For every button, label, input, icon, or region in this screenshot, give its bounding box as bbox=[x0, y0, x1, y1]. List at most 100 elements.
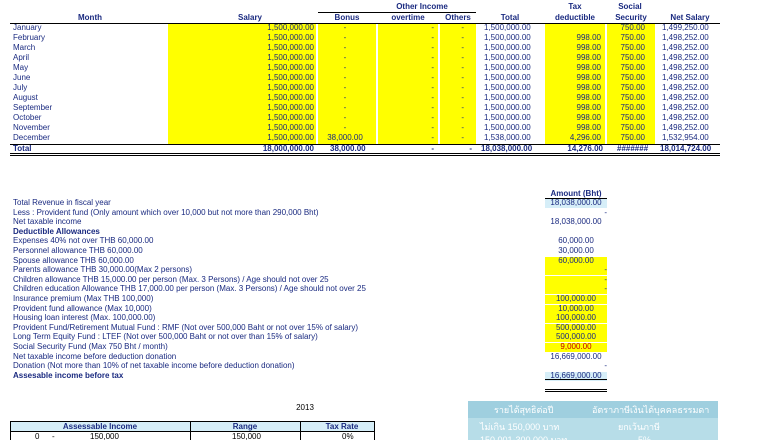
month-row-month: November bbox=[13, 124, 50, 132]
month-row-salary: 1,500,000.00 bbox=[267, 134, 314, 142]
month-row-month: May bbox=[13, 64, 29, 72]
social-header-line1: Social bbox=[618, 2, 642, 11]
month-row-total: 1,500,000.00 bbox=[484, 24, 531, 32]
total-bonus: 38,000.00 bbox=[330, 145, 366, 153]
month-row-others: - bbox=[461, 94, 464, 102]
month-row-net: 1,498,252.00 bbox=[662, 54, 709, 62]
month-row-others: - bbox=[461, 54, 464, 62]
thai-row2-income: 150,001-300,000 บาท bbox=[480, 435, 568, 445]
deduction-line-label: Net taxable income before deduction dona… bbox=[13, 351, 177, 361]
month-row-total: 1,500,000.00 bbox=[484, 94, 531, 102]
deduction-line-label: Total Revenue in fiscal year bbox=[13, 198, 111, 207]
total-total: 18,038,000.00 bbox=[481, 145, 533, 153]
month-row-ss: 750.00 bbox=[620, 124, 645, 132]
month-row-total: 1,500,000.00 bbox=[484, 44, 531, 52]
total-salary: 18,000,000.00 bbox=[262, 145, 314, 153]
month-row-net: 1,499,250.00 bbox=[662, 24, 709, 32]
deduction-line-label: Expenses 40% not over THB 60,000.00 bbox=[13, 236, 154, 246]
total-label: Total bbox=[13, 145, 32, 153]
month-row-month: April bbox=[13, 54, 30, 62]
month-row: August 1,500,000.00 - - - 1,500,000.00 998.00 7… bbox=[0, 94, 783, 102]
deduction-line-label: Insurance premium (Max THB 100,000) bbox=[13, 294, 154, 303]
month-row-tax: 998.00 bbox=[576, 64, 601, 72]
month-row: February 1,500,000.00 - - - 1,500,000.00 998.0… bbox=[0, 34, 783, 42]
month-row-net: 1,498,252.00 bbox=[662, 44, 709, 52]
tax-header-line2: deductible bbox=[554, 13, 595, 22]
month-row-others: - bbox=[461, 64, 464, 72]
deduction-line-label: Long Term Equity Fund : LTEF (Not over 5… bbox=[13, 332, 318, 342]
other-income-header: Other Income bbox=[396, 2, 448, 11]
month-row: May 1,500,000.00 - - - 1,500,000.00 998.00 750.… bbox=[0, 64, 783, 72]
deduction-line-label: Provident fund allowance (Max 10,000) bbox=[13, 303, 152, 313]
month-row-ss: 750.00 bbox=[620, 44, 645, 52]
thai-header-rate: อัตราภาษีเงินได้บุคคลธรรมดา bbox=[592, 405, 710, 415]
deduction-line-value: 16,669,000.00 bbox=[550, 351, 602, 361]
month-row-total: 1,500,000.00 bbox=[484, 64, 531, 72]
month-row-bonus: - bbox=[343, 74, 347, 82]
month-row-salary: 1,500,000.00 bbox=[267, 24, 314, 32]
social-header-line2: Security bbox=[615, 13, 647, 22]
month-row-overtime: - bbox=[431, 84, 434, 92]
month-row-overtime: - bbox=[431, 74, 434, 82]
thai-header-income: รายได้สุทธิต่อปี bbox=[494, 405, 554, 415]
month-row-salary: 1,500,000.00 bbox=[267, 74, 314, 82]
month-row: March 1,500,000.00 - - - 1,500,000.00 998.00 75… bbox=[0, 44, 783, 52]
month-row-bonus: - bbox=[343, 84, 347, 92]
month-row-tax bbox=[545, 24, 601, 32]
month-row-overtime: - bbox=[431, 34, 434, 42]
month-row-others: - bbox=[461, 44, 464, 52]
month-row-salary: 1,500,000.00 bbox=[267, 124, 314, 132]
total-row: Total 18,000,000.00 38,000.00 - - 18,038… bbox=[0, 145, 783, 153]
month-row-overtime: - bbox=[431, 24, 434, 32]
month-row-bonus: - bbox=[343, 34, 347, 42]
month-row-ss: 750.00 bbox=[620, 24, 645, 32]
overtime-header: overtime bbox=[391, 13, 425, 22]
month-row-overtime: - bbox=[431, 114, 434, 122]
range-header: Range bbox=[232, 422, 258, 431]
month-row-salary: 1,500,000.00 bbox=[267, 34, 314, 42]
bonus-header: Bonus bbox=[334, 13, 360, 22]
deduction-line-label: Less : Provident fund (Only amount which… bbox=[13, 207, 319, 217]
net-salary-header: Net Salary bbox=[670, 13, 710, 22]
month-row: July 1,500,000.00 - - - 1,500,000.00 998.00 750… bbox=[0, 84, 783, 92]
month-row-month: August bbox=[13, 94, 38, 102]
month-row-ss: 750.00 bbox=[620, 114, 645, 122]
month-row-others: - bbox=[461, 124, 464, 132]
total-others: - bbox=[469, 145, 472, 153]
month-row-total: 1,500,000.00 bbox=[484, 104, 531, 112]
month-row-total: 1,500,000.00 bbox=[484, 54, 531, 62]
month-row-ss: 750.00 bbox=[620, 94, 645, 102]
month-row-tax: 998.00 bbox=[576, 34, 601, 42]
month-row-bonus: - bbox=[343, 124, 347, 132]
deduction-line-label: Deductible Allowances bbox=[13, 226, 100, 236]
deduction-line-label: Housing loan interest (Max. 100,000.00) bbox=[13, 313, 156, 323]
month-row: June 1,500,000.00 - - - 1,500,000.00 998.00 750… bbox=[0, 74, 783, 82]
assesable-top-line bbox=[545, 379, 607, 380]
tax-header-line1: Tax bbox=[568, 2, 582, 11]
month-row-net: 1,498,252.00 bbox=[662, 94, 709, 102]
month-row-overtime: - bbox=[431, 44, 434, 52]
month-row-total: 1,500,000.00 bbox=[484, 114, 531, 122]
month-row-overtime: - bbox=[431, 124, 434, 132]
amount-header: Amount (Bht) bbox=[550, 189, 602, 198]
month-row-ss: 750.00 bbox=[620, 74, 645, 82]
deduction-line-value: 18,038,000.00 bbox=[550, 217, 602, 227]
month-row-ss: 750.00 bbox=[620, 64, 645, 72]
thai-row2-rate: 5% bbox=[638, 435, 652, 445]
month-row-others: - bbox=[461, 134, 464, 142]
month-row-others: - bbox=[461, 104, 464, 112]
month-row-total: 1,500,000.00 bbox=[484, 124, 531, 132]
total-tax: 14,276.00 bbox=[567, 145, 603, 153]
month-row-bonus: - bbox=[343, 64, 347, 72]
thai-row1-rate: ยกเว้นภาษี bbox=[618, 422, 660, 432]
deduction-line-value: 18,038,000.00 bbox=[545, 199, 607, 208]
deduction-line-value: 100,000.00 bbox=[545, 295, 607, 304]
salary-header: Salary bbox=[237, 13, 263, 22]
month-row-tax: 998.00 bbox=[576, 104, 601, 112]
month-row-month: January bbox=[13, 24, 42, 32]
month-row-net: 1,498,252.00 bbox=[662, 34, 709, 42]
month-row-total: 1,500,000.00 bbox=[484, 84, 531, 92]
month-row: September 1,500,000.00 - - - 1,500,000.00 998.… bbox=[0, 104, 783, 112]
total-overtime: - bbox=[431, 145, 434, 153]
month-row-salary: 1,500,000.00 bbox=[267, 114, 314, 122]
